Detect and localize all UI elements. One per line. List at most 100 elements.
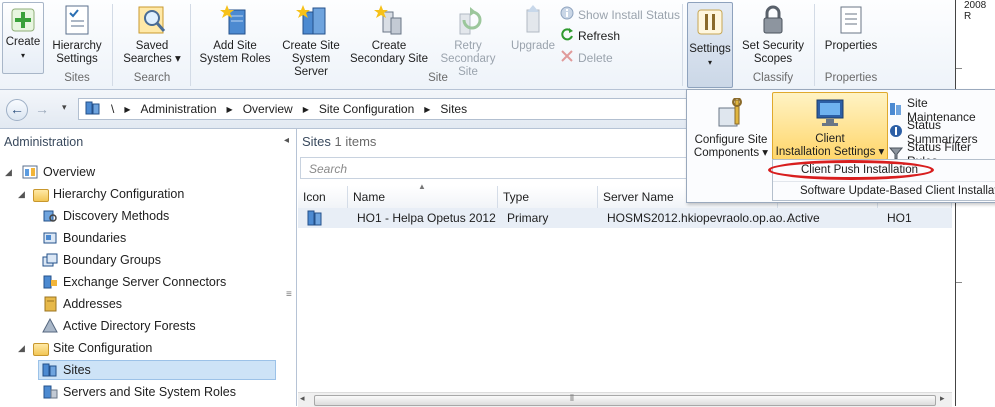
tree-item-label: Discovery Methods [63, 209, 170, 223]
delete-label: Delete [578, 50, 613, 65]
scroll-left-icon[interactable]: ◂ [300, 393, 305, 404]
tree-item-sites[interactable]: Sites [38, 360, 276, 380]
sort-ascending-icon: ▲ [418, 182, 426, 191]
breadcrumb-sites[interactable]: Sites [440, 102, 467, 116]
hierarchy-settings-label-1: Hierarchy [52, 40, 102, 52]
breadcrumb-overview[interactable]: Overview [243, 102, 293, 116]
configure-site-components-button[interactable]: Configure Site Components ▾ [691, 97, 771, 160]
retry-secondary-site-button[interactable]: Retry Secondary Site [430, 4, 506, 79]
search-placeholder: Search [309, 162, 348, 176]
saved-searches-label-1: Saved [135, 40, 169, 52]
breadcrumb-root[interactable]: \ [111, 102, 114, 116]
show-install-status-button[interactable]: Show Install Status [560, 6, 680, 23]
configure-components-icon [715, 97, 747, 130]
back-arrow-icon[interactable]: ← [6, 99, 28, 121]
configure-components-label-2: Components ▾ [693, 147, 769, 159]
scroll-right-icon[interactable]: ▸ [940, 393, 945, 404]
cell-name: HO1 - Helpa Opetus 2012 [357, 211, 496, 225]
refresh-label: Refresh [578, 28, 621, 43]
forward-arrow-icon[interactable]: → [32, 99, 52, 119]
tree-item-overview[interactable]: Overview [22, 162, 95, 182]
expanded-arrow-icon[interactable]: ◢ [18, 189, 25, 200]
tree-item-addresses[interactable]: Addresses [42, 294, 122, 314]
settings-button[interactable]: Settings ▾ [687, 2, 733, 88]
upgrade-icon [517, 4, 549, 36]
collapse-pane-icon[interactable]: ◂ [284, 135, 289, 146]
server-star-icon [219, 4, 251, 36]
tree-item-label: Addresses [63, 297, 123, 311]
cell-site-code: HO1 [887, 211, 912, 225]
client-computer-icon [814, 97, 846, 129]
tree-item-exchange-server-connectors[interactable]: Exchange Server Connectors [42, 272, 226, 292]
column-header-icon[interactable]: Icon [298, 186, 348, 208]
highlight-ellipse [768, 160, 934, 180]
results-count: 1 items [334, 134, 377, 149]
group-label-classify: Classify [752, 72, 794, 84]
tree-item-discovery-methods[interactable]: Discovery Methods [42, 206, 169, 226]
add-site-system-roles-button[interactable]: Add Site System Roles [198, 4, 272, 66]
hierarchy-settings-button[interactable]: Hierarchy Settings [46, 4, 108, 66]
upgrade-button[interactable]: Upgrade [508, 4, 558, 53]
background-window-fragment: 2008 R [955, 0, 995, 406]
tree-item-boundaries[interactable]: Boundaries [42, 228, 126, 248]
tree-item-label: Hierarchy Configuration [53, 187, 185, 201]
retry-secondary-label-1: Retry [454, 40, 482, 52]
scrollbar-thumb[interactable] [314, 395, 936, 406]
pane-resize-handle[interactable]: ≡ [286, 289, 292, 300]
tree-item-label: Exchange Server Connectors [63, 275, 227, 289]
software-update-client-installation-item[interactable]: Software Update-Based Client Installatio… [773, 181, 995, 200]
cell-state: Active [787, 211, 820, 225]
server-star-icon [295, 4, 327, 36]
tree-item-label: Boundaries [63, 231, 127, 245]
set-security-scopes-button[interactable]: Set Security Scopes [738, 4, 808, 66]
chevron-right-icon: ▶ [302, 104, 309, 114]
column-header-type[interactable]: Type [498, 186, 598, 208]
search-input[interactable]: Search [300, 157, 690, 179]
tree-item-label: Boundary Groups [63, 253, 161, 267]
add-site-roles-label-1: Add Site [213, 40, 257, 52]
chevron-right-icon: ▶ [226, 104, 233, 114]
chevron-down-icon: ▾ [707, 58, 712, 67]
tree-item-site-configuration[interactable]: Site Configuration [32, 338, 152, 358]
create-secondary-site-button[interactable]: Create Secondary Site [350, 4, 428, 66]
expanded-arrow-icon[interactable]: ◢ [18, 343, 25, 354]
show-install-status-label: Show Install Status [578, 7, 681, 22]
expanded-arrow-icon[interactable]: ◢ [5, 167, 12, 178]
properties-button[interactable]: Properties [820, 4, 882, 53]
create-button[interactable]: Create ▾ [2, 2, 44, 74]
tree-item-label: Sites [63, 363, 91, 377]
horizontal-scrollbar[interactable]: ◂ ⦀ ▸ [298, 392, 952, 407]
group-label-search: Search [133, 72, 171, 84]
saved-searches-button[interactable]: Saved Searches ▾ [118, 4, 186, 66]
delete-button[interactable]: Delete [560, 49, 613, 66]
settings-label: Settings [689, 43, 731, 55]
software-update-client-installation-label: Software Update-Based Client Installatio… [800, 185, 995, 197]
cell-type: Primary [507, 211, 549, 225]
tree-item-label: Overview [43, 165, 96, 179]
create-secondary-label-2: Secondary Site [350, 53, 428, 65]
secondary-site-icon [373, 4, 405, 36]
client-installation-settings-button[interactable]: Client Installation Settings ▾ [772, 92, 888, 160]
tree-item-boundary-groups[interactable]: Boundary Groups [42, 250, 161, 270]
breadcrumb-administration[interactable]: Administration [141, 102, 217, 116]
create-site-system-server-button[interactable]: Create Site System Server [276, 4, 346, 79]
breadcrumb-site-configuration[interactable]: Site Configuration [319, 102, 414, 116]
saved-search-icon [136, 4, 168, 36]
retry-icon [452, 4, 484, 36]
table-row[interactable]: HO1 - Helpa Opetus 2012 Primary HOSMS201… [298, 208, 952, 228]
status-summarizer-icon [889, 124, 903, 141]
tree-item-active-directory-forests[interactable]: Active Directory Forests [42, 316, 196, 336]
sites-icon [42, 362, 58, 378]
tree-item-hierarchy-configuration[interactable]: Hierarchy Configuration [32, 184, 184, 204]
properties-icon [835, 4, 867, 36]
create-label: Create [5, 36, 41, 48]
lock-icon [757, 4, 789, 36]
nav-pane-title: Administration [4, 135, 84, 149]
group-label-site: Site [428, 72, 448, 84]
history-dropdown-icon[interactable]: ▾ [62, 102, 67, 113]
forest-icon [42, 317, 58, 334]
divider [956, 68, 962, 69]
tree-item-servers-and-site-system-roles[interactable]: Servers and Site System Roles [42, 382, 236, 402]
refresh-button[interactable]: Refresh [560, 27, 620, 44]
scroll-grip-icon: ⦀ [570, 393, 574, 403]
